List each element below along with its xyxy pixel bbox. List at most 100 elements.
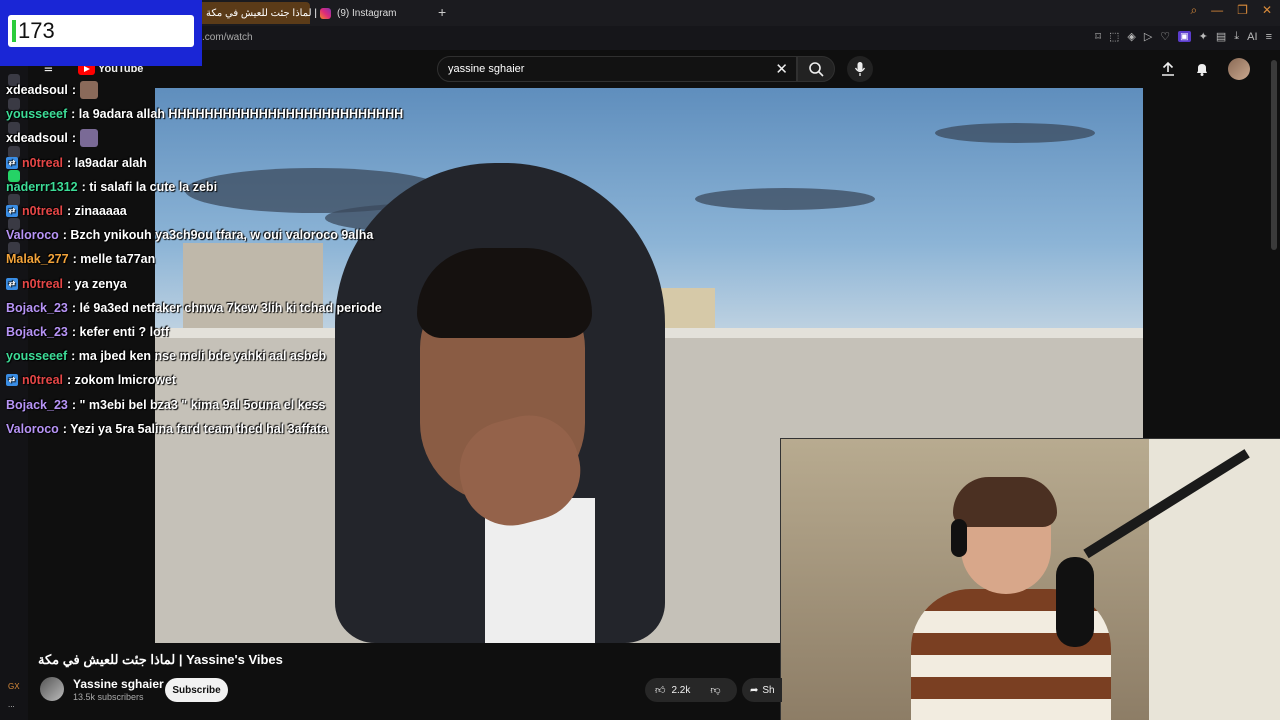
- more-icon[interactable]: ...: [8, 700, 15, 709]
- webcam-overlay: [780, 438, 1280, 720]
- play-icon[interactable]: ▷: [1144, 30, 1152, 43]
- prime-badge-icon: ⇄: [6, 205, 18, 218]
- prime-badge-icon: ⇄: [6, 374, 18, 387]
- close-window-icon[interactable]: ✕: [1262, 3, 1272, 18]
- chat-text: : la 9adara allah HHHHHHHHHHHHHHHHHHHHHH…: [71, 107, 404, 122]
- chat-username[interactable]: Valoroco: [6, 422, 59, 436]
- chat-emote-icon: [80, 81, 98, 100]
- chat-message: ⇄ n0treal : zinaaaaa: [0, 199, 480, 223]
- chat-username[interactable]: Bojack_23: [6, 398, 68, 412]
- ai-icon[interactable]: AI: [1247, 31, 1257, 43]
- streamer-hair: [953, 477, 1057, 527]
- subscribe-button[interactable]: Subscribe: [165, 678, 228, 702]
- search-tabs-icon[interactable]: ⌕: [1190, 3, 1197, 18]
- chat-emote-icon: [80, 129, 98, 148]
- chat-username[interactable]: naderrr1312: [6, 180, 78, 194]
- tab-instagram[interactable]: (9) Instagram: [312, 2, 452, 24]
- share-icon: ➦: [750, 684, 759, 696]
- search-button[interactable]: [797, 56, 835, 82]
- prime-badge-icon: ⇄: [6, 277, 18, 290]
- chat-username[interactable]: n0treal: [22, 373, 63, 387]
- counter-field[interactable]: 173: [8, 15, 194, 47]
- chat-username[interactable]: Bojack_23: [6, 325, 68, 339]
- chat-message: ⇄ n0treal : zokom lmicrowet: [0, 368, 480, 392]
- like-dislike-group: 👍︎ 2.2k 👎︎: [645, 678, 737, 702]
- voice-search-button[interactable]: [847, 56, 873, 82]
- share-label: Sh: [762, 684, 775, 696]
- url-text[interactable]: .com/watch: [202, 32, 253, 43]
- chat-username[interactable]: xdeadsoul: [6, 83, 68, 97]
- prime-badge-icon: ⇄: [6, 156, 18, 169]
- room-window: [1149, 439, 1280, 720]
- chat-text: : melle ta77an: [72, 252, 156, 267]
- counter-value: 173: [18, 18, 55, 43]
- chat-message: Valoroco: Yezi ya 5ra 5alina fard team t…: [0, 417, 480, 441]
- chat-text: : Yezi ya 5ra 5alina fard team thed hal …: [62, 421, 328, 436]
- puzzle-icon[interactable]: ✦: [1199, 30, 1208, 43]
- account-avatar[interactable]: [1228, 58, 1250, 80]
- chat-message: Bojack_23: lé 9a3ed netfaker chnwa 7kew …: [0, 296, 480, 320]
- bookmark-icon[interactable]: ⌑: [1095, 30, 1101, 43]
- channel-name[interactable]: Yassine sghaier: [73, 677, 164, 691]
- microphone-shape: [1056, 557, 1094, 647]
- instagram-icon: [320, 7, 331, 19]
- microphone-icon: [854, 62, 866, 76]
- chat-text: :: [71, 83, 76, 98]
- upload-icon[interactable]: [1160, 61, 1176, 77]
- header-actions: [1160, 58, 1250, 80]
- page-scrollbar[interactable]: [1271, 60, 1277, 250]
- video-title: لماذا جئت للعيش في مكة | Yassine's Vibes: [38, 652, 283, 667]
- menu-icon[interactable]: ≡: [1266, 31, 1272, 43]
- chat-message: Bojack_23: " m3ebi bel bza3 " kima 9al 5…: [0, 392, 480, 416]
- chat-username[interactable]: yousseeef: [6, 107, 67, 121]
- tab-active-video[interactable]: لماذا جئت للعيش في مكة |: [198, 2, 317, 24]
- share-button[interactable]: ➦ Sh: [742, 678, 782, 702]
- clear-search-icon[interactable]: ✕: [775, 60, 788, 78]
- chat-username[interactable]: Malak_277: [6, 252, 69, 266]
- chat-text: : zokom lmicrowet: [67, 373, 177, 388]
- extension-icon[interactable]: ▣: [1178, 31, 1191, 42]
- chat-text: :: [71, 131, 76, 146]
- headphones-shape: [951, 519, 967, 557]
- like-count[interactable]: 2.2k: [671, 685, 690, 696]
- search-value: yassine sghaier: [448, 63, 525, 75]
- restore-icon[interactable]: ❐: [1237, 3, 1248, 18]
- chat-message: xdeadsoul:: [0, 78, 480, 102]
- chat-username[interactable]: Valoroco: [6, 228, 59, 242]
- chat-text: : la9adar alah: [67, 155, 147, 170]
- extension-toolbar: ⌑ ⬚ ◈ ▷ ♡ ▣ ✦ ▤ ⤓ AI ≡: [1095, 30, 1272, 43]
- shield-icon[interactable]: ◈: [1127, 30, 1135, 43]
- chat-username[interactable]: n0treal: [22, 156, 63, 170]
- chat-message: ⇄ n0treal : la9adar alah: [0, 151, 480, 175]
- search-input[interactable]: yassine sghaier ✕: [437, 56, 797, 82]
- chat-message: Malak_277: melle ta77an: [0, 247, 480, 271]
- chat-text: : Bzch ynikouh ya3ch9ou tfara, w oui val…: [62, 228, 374, 243]
- minimize-icon[interactable]: —: [1211, 3, 1223, 18]
- window-controls: ⌕ — ❐ ✕: [1190, 3, 1272, 18]
- chat-username[interactable]: xdeadsoul: [6, 131, 68, 145]
- subscriber-count: 13.5k subscribers: [73, 692, 144, 702]
- chat-text: : " m3ebi bel bza3 " kima 9al 5ouna el k…: [71, 397, 326, 412]
- chat-message: xdeadsoul:: [0, 126, 480, 150]
- gx-label[interactable]: GX: [8, 682, 20, 691]
- heart-icon[interactable]: ♡: [1160, 30, 1170, 43]
- chat-message: Valoroco: Bzch ynikouh ya3ch9ou tfara, w…: [0, 223, 480, 247]
- chat-username[interactable]: Bojack_23: [6, 301, 68, 315]
- cloud-shape: [695, 188, 875, 210]
- chat-username[interactable]: yousseeef: [6, 349, 67, 363]
- chat-message: Bojack_23: kefer enti ? lotf: [0, 320, 480, 344]
- new-tab-icon[interactable]: +: [438, 4, 446, 20]
- chat-username[interactable]: n0treal: [22, 204, 63, 218]
- chat-text: : zinaaaaa: [67, 204, 127, 219]
- channel-avatar[interactable]: [40, 677, 64, 701]
- notifications-icon[interactable]: [1194, 61, 1210, 77]
- chat-username[interactable]: n0treal: [22, 277, 63, 291]
- download-icon[interactable]: ⤓: [1234, 30, 1239, 43]
- search-icon: [809, 62, 824, 77]
- tabs-icon[interactable]: ▤: [1216, 30, 1226, 43]
- screenshot-icon[interactable]: ⬚: [1109, 30, 1119, 43]
- like-icon[interactable]: 👍︎: [655, 684, 665, 696]
- chat-message: ⇄ n0treal: ya zenya: [0, 272, 480, 296]
- chat-overlay: xdeadsoul: yousseeef : la 9adara allah HHH…: [0, 78, 480, 441]
- dislike-icon[interactable]: 👎︎: [710, 684, 720, 696]
